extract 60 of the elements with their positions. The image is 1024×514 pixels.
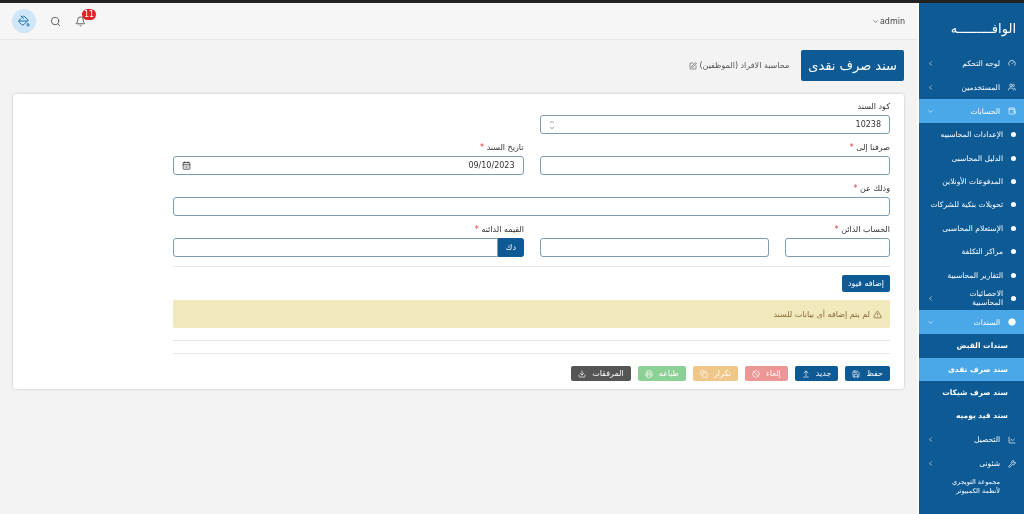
print-icon [644,369,653,378]
copy-icon [699,369,708,378]
wrench-icon [1008,459,1016,468]
chevron-left-icon [927,83,934,91]
action-button[interactable]: المرفقات [571,366,631,381]
bullet-icon [1011,225,1016,231]
calendar-icon[interactable] [182,161,191,170]
edit-icon [689,61,698,70]
field-label: الحساب الدائن * [833,225,890,235]
bullet-icon [1011,155,1016,161]
chevron-left-icon [927,59,934,67]
gauge-icon [1008,59,1016,67]
wallet-icon [1008,107,1016,115]
input-field[interactable] [540,238,769,257]
chevron-left-icon [927,294,934,302]
save-icon [852,369,861,378]
new-icon [801,369,810,378]
breadcrumb-link[interactable]: محاسبة الافراد (الموظفين) [689,61,790,70]
chevron-left-icon [927,436,934,444]
circle-icon [1008,318,1016,327]
line-chart-icon [1008,435,1016,444]
chevron-down-icon [927,107,934,115]
action-button[interactable]: جديد [794,366,839,381]
logo-text: الوافـــــــــه [949,19,1017,39]
date-field[interactable]: 09/10/2023 [173,156,524,175]
input-field[interactable] [173,238,498,257]
bell-icon[interactable] [75,15,86,27]
bullet-icon [1011,295,1016,301]
chevron-left-icon [927,460,934,468]
paint-bucket-icon [18,15,30,27]
chevron-down-icon [927,318,934,326]
users-icon [1008,83,1016,91]
bullet-icon [1011,178,1016,184]
field-label: صرفنا إلى * [848,143,890,153]
attach-icon [578,369,587,378]
field-label: وذلك عن * [852,184,890,194]
page-title: سند صرف نقدى [801,50,904,81]
currency-prefix: دك [497,238,524,257]
cancel-icon [752,369,761,378]
field-label: القيمه الدائنه * [473,225,524,235]
add-entries-button[interactable]: إضافه قيود [841,275,890,292]
spinner-icon[interactable] [548,118,555,131]
alert-text: لم يتم إضافه أى بيانات للسند [773,309,870,319]
number-field[interactable]: 10238 [539,115,890,134]
action-button[interactable]: حفظ [845,366,890,381]
caret-icon [871,17,879,25]
warning-icon [873,309,882,319]
notification-badge: 11 [82,8,97,20]
field-label: كود السند [856,102,890,112]
user-menu[interactable]: admin [871,16,905,26]
bullet-icon [1011,202,1016,208]
input-field[interactable] [539,156,890,175]
bullet-icon [1011,132,1016,138]
bullet-icon [1011,272,1016,278]
input-field[interactable] [785,238,890,257]
text-area[interactable] [173,197,890,216]
paint-bucket-button[interactable] [12,9,36,33]
bullet-icon [1011,249,1016,255]
field-label: تاريخ السند * [479,143,524,153]
search-icon[interactable] [50,15,61,27]
